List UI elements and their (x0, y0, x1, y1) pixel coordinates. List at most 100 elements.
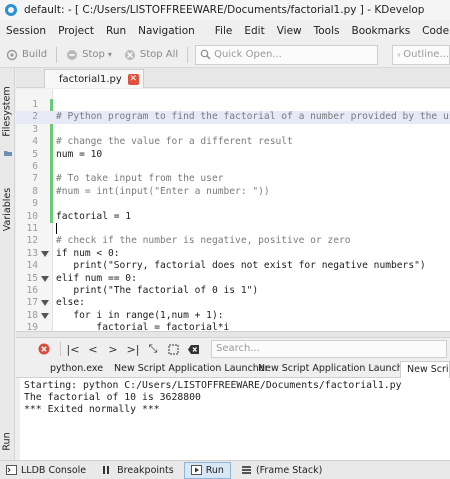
code-line: 4 # change the value for a different resu… (32, 136, 293, 148)
build-button[interactable]: Build (0, 44, 53, 66)
fold-arrow-icon[interactable] (41, 250, 49, 257)
stop-process-button[interactable] (36, 341, 52, 357)
outline-placeholder: Outline... (403, 49, 449, 60)
menu-view[interactable]: View (271, 25, 308, 37)
code-line: 1 (32, 99, 38, 110)
code-line: 13 if num < 0: (26, 247, 120, 259)
output-line: The factorial of 10 is 3628800 (24, 392, 201, 403)
window-title: default: - [ C:/Users/LISTOFFREEWARE/Doc… (24, 4, 425, 16)
toolbar-separator (60, 342, 61, 356)
menu-bookmarks[interactable]: Bookmarks (346, 25, 417, 37)
outline-icon (397, 53, 400, 56)
fold-arrow-icon[interactable] (41, 312, 49, 319)
kdevelop-app-icon (5, 4, 17, 16)
output-toolbar: |< < > >| ⤡ Search... (16, 338, 450, 360)
chevron-right-icon: > (108, 342, 118, 356)
menu-code[interactable]: Code (416, 25, 450, 37)
menu-edit[interactable]: Edit (238, 25, 270, 37)
code-line: 19 factorial = factorial*i (26, 322, 230, 331)
tab-python-exe[interactable]: python.exe (44, 361, 109, 378)
outline-input[interactable]: Outline... (392, 44, 450, 65)
menu-file[interactable]: File (209, 25, 239, 37)
code-line: 14 print("Sorry, factorial does not exis… (26, 260, 426, 272)
collapse-icon: ⤡ (148, 342, 158, 355)
run-icon (190, 465, 202, 475)
run-button[interactable]: Run (183, 461, 231, 479)
tab-launcher-active[interactable]: New Script (400, 361, 450, 378)
collapse-button[interactable]: ⤡ (145, 341, 161, 357)
output-search-input[interactable]: Search... (211, 340, 447, 358)
variables-tab-label: Variables (2, 187, 14, 231)
next-item-button[interactable]: > (105, 341, 121, 357)
tab-launcher-2[interactable]: New Script Application Launcher (252, 361, 419, 378)
breakpoints-button[interactable]: Breakpoints (96, 462, 180, 479)
quick-open-input[interactable]: Quick Open... (195, 44, 378, 65)
code-line: 10 factorial = 1 (26, 210, 132, 222)
folder-icon (3, 151, 12, 156)
code-line: 5 num = 10 (32, 148, 103, 160)
code-line: 3 (32, 123, 38, 135)
last-item-button[interactable]: >| (125, 341, 141, 357)
stop-all-button[interactable]: Stop All (118, 44, 184, 66)
toolbar-separator (187, 46, 189, 63)
frame-stack-label: (Frame Stack) (255, 464, 323, 476)
clear-output-button[interactable] (185, 341, 201, 357)
previous-item-button[interactable]: < (85, 341, 101, 357)
frame-stack-icon (241, 466, 251, 474)
run-output-tabs: python.exe New Script Application Launch… (16, 361, 450, 378)
run-output-console[interactable]: Starting: python C:/Users/LISTOFFREEWARE… (20, 378, 450, 460)
first-item-button[interactable]: |< (65, 341, 81, 357)
console-icon (6, 465, 17, 475)
tab-launcher-1[interactable]: New Script Application Launcher (108, 361, 275, 378)
bottom-toolview-bar: LLDB Console Breakpoints Run (Frame Stac… (0, 460, 450, 479)
menu-bar: Session Project Run Navigation File Edit… (0, 20, 450, 42)
stop-all-label: Stop All (139, 49, 179, 60)
run-toolview: |< < > >| ⤡ Search... python.exe New Scr… (16, 338, 450, 460)
code-line: 7 # To take input from the user (32, 173, 224, 185)
filesystem-tab[interactable]: Filesystem (0, 76, 15, 146)
editor-tab-bar: factorial1.py ✕ (16, 68, 450, 88)
output-line: Starting: python C:/Users/LISTOFFREEWARE… (24, 380, 402, 391)
frame-stack-button[interactable]: (Frame Stack) (235, 462, 328, 479)
breakpoints-icon (103, 466, 110, 474)
code-line: 6 (32, 161, 38, 172)
chevron-left-icon: < (88, 342, 98, 356)
close-icon[interactable]: ✕ (127, 73, 139, 85)
code-line: 12 # check if the number is negative, pos… (26, 235, 351, 247)
menu-tools[interactable]: Tools (308, 25, 346, 37)
stop-label: Stop (82, 49, 105, 60)
code-line: 17 else: (26, 297, 85, 309)
menu-navigation[interactable]: Navigation (132, 25, 201, 37)
run-label: Run (205, 464, 224, 476)
code-line: 18 for i in range(1,num + 1): (26, 309, 224, 321)
code-line: 8 #num = int(input("Enter a number: ")) (32, 185, 270, 197)
stop-button[interactable]: Stop ▾ (60, 44, 118, 66)
menu-project[interactable]: Project (52, 25, 100, 37)
variables-tab[interactable]: Variables (0, 164, 15, 254)
select-all-button[interactable] (165, 341, 181, 357)
fold-arrow-icon[interactable] (41, 275, 49, 282)
fold-arrow-icon[interactable] (41, 300, 49, 307)
toolbar-separator (56, 46, 58, 63)
stop-all-icon (124, 49, 135, 60)
build-icon (6, 49, 18, 60)
output-search-placeholder: Search... (216, 343, 260, 354)
stop-icon (67, 49, 78, 60)
select-all-icon (168, 344, 178, 354)
code-editor[interactable]: 1 2 # Python program to find the factoria… (16, 89, 450, 331)
filesystem-tab-label: Filesystem (2, 85, 13, 137)
code-line: 9 (32, 198, 38, 210)
filesystem-tab-icon (0, 146, 15, 160)
stop-circle-icon (38, 343, 50, 355)
tab-factorial1-py[interactable]: factorial1.py ✕ (44, 69, 144, 88)
chevron-down-icon: ▾ (107, 50, 112, 59)
left-dock: Filesystem Variables (0, 68, 15, 460)
menu-session[interactable]: Session (0, 25, 52, 37)
lldb-console-button[interactable]: LLDB Console (0, 462, 92, 479)
main-toolbar: Build Stop ▾ Stop All Quick Open... Outl… (0, 42, 450, 68)
run-side-tab[interactable]: Run (0, 425, 15, 457)
pane-splitter[interactable] (16, 331, 450, 338)
output-line: *** Exited normally *** (24, 404, 160, 415)
menu-run[interactable]: Run (100, 25, 132, 37)
last-icon: >| (126, 342, 140, 356)
